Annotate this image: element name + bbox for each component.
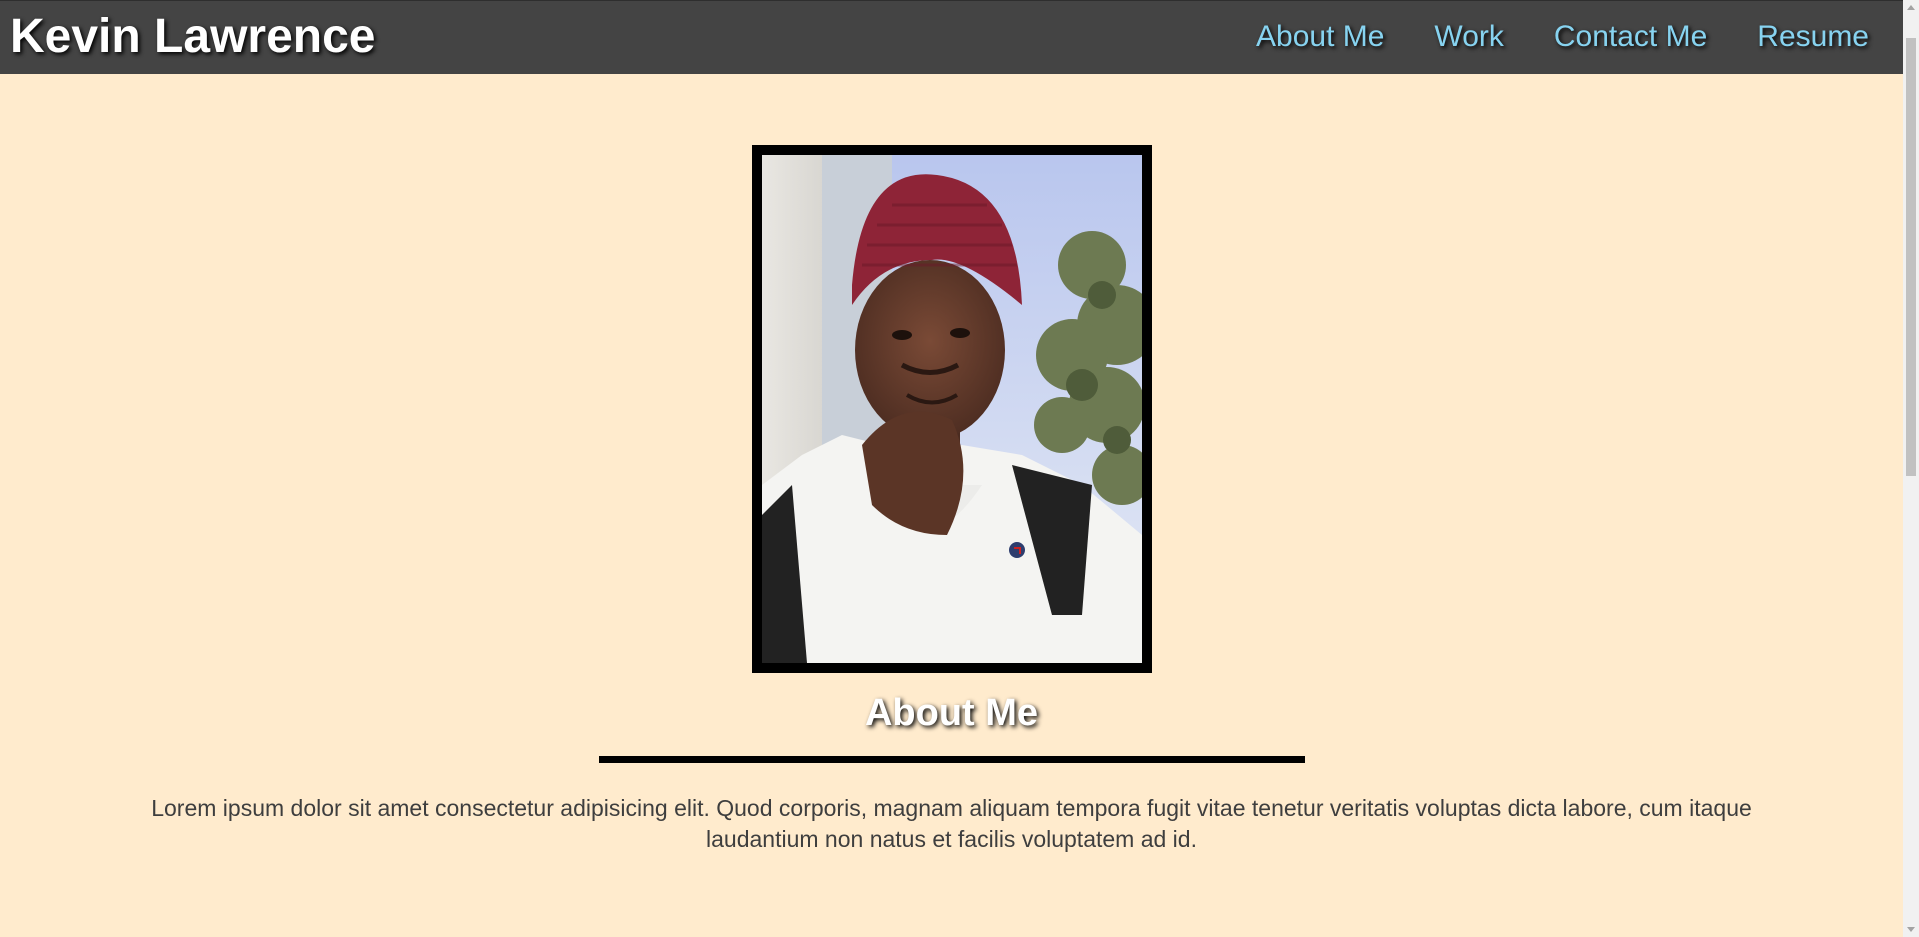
nav-link-resume[interactable]: Resume [1757, 19, 1869, 55]
nav-link-contact-me[interactable]: Contact Me [1554, 19, 1707, 55]
about-me-heading: About Me [864, 692, 1039, 734]
nav-links: About Me Work Contact Me Resume [1256, 19, 1869, 55]
nav-link-work[interactable]: Work [1434, 19, 1503, 55]
scroll-up-arrow-icon[interactable] [1907, 5, 1915, 10]
profile-photo-illustration [762, 155, 1142, 663]
brand-title[interactable]: Kevin Lawrence [10, 9, 375, 65]
scrollbar-thumb[interactable] [1906, 38, 1916, 476]
nav-link-about-me[interactable]: About Me [1256, 19, 1384, 55]
profile-photo [762, 155, 1142, 663]
profile-photo-frame [752, 145, 1152, 673]
vertical-scrollbar[interactable] [1903, 0, 1919, 937]
section-divider [599, 756, 1305, 763]
about-me-text: Lorem ipsum dolor sit amet consectetur a… [151, 795, 1752, 852]
navbar: Kevin Lawrence About Me Work Contact Me … [0, 0, 1903, 74]
scroll-down-arrow-icon[interactable] [1907, 927, 1915, 932]
